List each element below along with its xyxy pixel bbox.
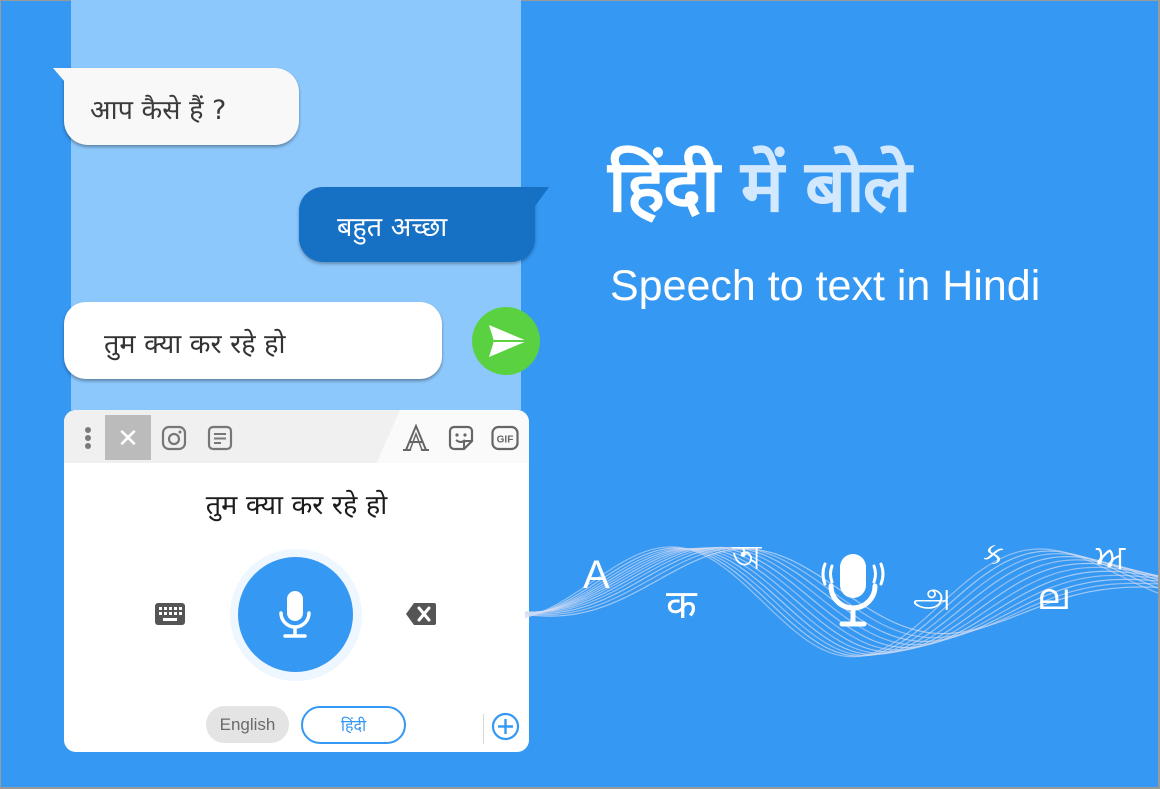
- clipboard-button[interactable]: [198, 415, 242, 460]
- incoming-message-text: आप कैसे हैं ?: [90, 95, 227, 126]
- add-circle-icon: [491, 712, 520, 741]
- voice-input-button[interactable]: [238, 557, 353, 672]
- divider: [483, 714, 484, 744]
- more-vert-icon: [85, 426, 91, 449]
- headline-part-2: में बोले: [740, 144, 912, 228]
- decorative-microphone-icon: [821, 554, 885, 627]
- bengali-glyph: অ: [732, 538, 762, 578]
- font-style-button[interactable]: [394, 415, 438, 460]
- message-input[interactable]: तुम क्या कर रहे हो: [64, 302, 442, 379]
- frame-border-left: [0, 0, 1, 789]
- sticker-icon: [448, 425, 474, 450]
- outgoing-message-bubble: बहुत अच्छा: [299, 187, 549, 262]
- microphone-icon: [279, 591, 311, 638]
- more-options-button[interactable]: [66, 415, 110, 460]
- keyboard-icon: [155, 603, 185, 625]
- gif-button[interactable]: GIF: [483, 415, 527, 460]
- close-icon: ✕: [117, 422, 139, 453]
- font-style-icon: [403, 423, 429, 451]
- language-hindi-button[interactable]: हिंदी: [301, 706, 406, 744]
- backspace-icon: [406, 603, 436, 625]
- voice-keyboard: ✕ GIF तुम क्या कर रहे हो English हिंदी: [64, 410, 529, 752]
- latin-glyph: A: [583, 553, 610, 597]
- send-button[interactable]: [472, 307, 540, 375]
- message-input-text: तुम क्या कर रहे हो: [104, 329, 286, 360]
- close-toolbar-button[interactable]: ✕: [105, 415, 151, 460]
- tamil-glyph: அ: [913, 575, 951, 615]
- malayalam-glyph: ല: [1037, 577, 1068, 618]
- incoming-message-bubble: आप कैसे हैं ?: [53, 68, 299, 145]
- promo-headline: हिंदी में बोले: [608, 135, 912, 233]
- gif-label: GIF: [497, 434, 514, 445]
- recognized-text: तुम क्या कर रहे हो: [205, 490, 388, 521]
- instagram-button[interactable]: [152, 415, 196, 460]
- gif-icon: GIF: [491, 425, 519, 450]
- outgoing-message-text: बहुत अच्छा: [337, 212, 448, 243]
- devanagari-glyph: क: [666, 582, 697, 628]
- sticker-button[interactable]: [439, 415, 483, 460]
- delete-button[interactable]: [406, 603, 436, 630]
- clipboard-icon: [207, 425, 233, 450]
- add-language-button[interactable]: [491, 712, 520, 746]
- gurmukhi-glyph: ਅ: [1096, 537, 1126, 577]
- language-english-button[interactable]: English: [206, 706, 289, 743]
- send-icon: [489, 325, 527, 357]
- gujarati-glyph: ક: [983, 537, 1005, 572]
- headline-part-1: हिंदी: [608, 144, 720, 228]
- switch-to-keyboard-button[interactable]: [155, 603, 185, 630]
- keyboard-toolbar: ✕ GIF: [64, 410, 529, 463]
- promo-subheadline: Speech to text in Hindi: [610, 262, 1041, 310]
- instagram-icon: [161, 425, 187, 450]
